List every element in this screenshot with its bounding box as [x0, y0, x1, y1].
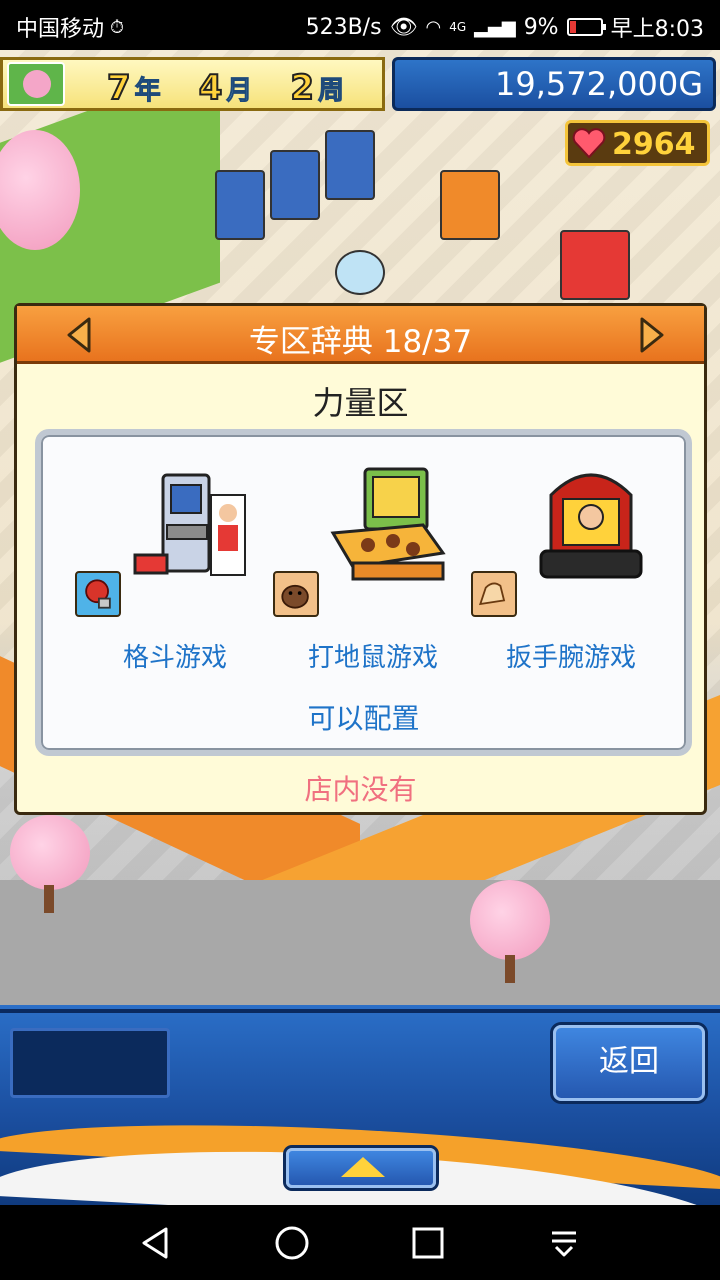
item-label-arm-wrestling: 扳手腕游戏	[505, 643, 636, 673]
money-display: 19,572,000G	[392, 57, 716, 111]
signal-type: 4G	[449, 20, 467, 34]
sidewalk	[0, 880, 720, 1005]
zone-dictionary-dialog: 专区辞典 18/37 力量区 格斗游戏 打地鼠游戏 扳手腕游戏 可以配置 店内没…	[14, 303, 707, 815]
year-value: 7	[106, 67, 132, 109]
back-button[interactable]: 返回	[553, 1025, 705, 1101]
boxing-glove-icon	[75, 571, 121, 617]
year-unit: 年	[134, 76, 161, 107]
arm-icon	[471, 571, 517, 617]
arcade-machine	[440, 170, 500, 240]
item-label-fighting: 格斗游戏	[122, 643, 227, 673]
carrier-label: 中国移动	[16, 17, 105, 42]
hearts-count: 2964	[612, 127, 696, 162]
tree-trunk	[505, 955, 515, 983]
net-speed: 523B/s	[305, 14, 382, 40]
zone-requirements-panel: 格斗游戏 打地鼠游戏 扳手腕游戏 可以配置	[35, 429, 692, 756]
whack-a-mole-machine-icon	[330, 467, 446, 581]
bottom-toolbar: 返回	[0, 1005, 720, 1235]
next-arrow-icon[interactable]	[636, 316, 666, 354]
arcade-machine	[270, 150, 320, 220]
clock-alarm-icon: ⏱	[110, 16, 125, 38]
signal-icon: ▂▄▆	[474, 16, 516, 38]
placeable-status: 可以配置	[307, 702, 420, 735]
battery-icon	[566, 18, 606, 36]
status-bar: 中国移动 ⏱ 523B/s 👁 ◠ 4G ▂▄▆ 9% 早上8:03	[0, 0, 720, 50]
week-unit: 周	[318, 76, 345, 107]
zone-item-arm-wrestling: 扳手腕游戏	[471, 445, 671, 695]
mole-icon	[273, 571, 319, 617]
month-value: 4	[198, 67, 224, 109]
tree-trunk	[44, 885, 54, 913]
zone-item-whack-a-mole: 打地鼠游戏	[273, 445, 473, 695]
system-nav-bar	[0, 1205, 720, 1280]
heart-icon	[572, 128, 606, 159]
date-panel: 7 年 4 月 2 周	[0, 57, 385, 111]
arcade-machine	[560, 230, 630, 300]
chevron-up-icon	[341, 1157, 385, 1177]
back-nav-icon[interactable]	[136, 1223, 176, 1263]
recents-nav-icon[interactable]	[408, 1223, 448, 1263]
notification-pull-icon[interactable]	[544, 1223, 584, 1263]
season-icon	[7, 62, 65, 106]
expand-menu-button[interactable]	[286, 1148, 436, 1188]
battery-percent: 9%	[523, 14, 559, 40]
week-value: 2	[289, 67, 315, 109]
fountain	[335, 250, 385, 295]
cherry-tree	[470, 880, 550, 960]
store-availability-status: 店内没有	[304, 773, 417, 806]
dialog-title: 专区辞典 18/37	[248, 324, 473, 360]
fighting-arcade-cabinet-icon	[133, 473, 246, 576]
cherry-tree	[10, 815, 90, 890]
info-slot	[10, 1028, 170, 1098]
home-nav-icon[interactable]	[272, 1223, 312, 1263]
zone-name: 力量区	[312, 384, 409, 422]
time: 早上8:03	[610, 17, 704, 42]
month-unit: 月	[226, 76, 253, 107]
arcade-machine	[325, 130, 375, 200]
zone-item-fighting: 格斗游戏	[75, 445, 275, 695]
game-date: 7 年 4 月 2 周	[106, 67, 378, 109]
hearts-counter: 2964	[565, 120, 710, 166]
wifi-icon: ◠	[425, 16, 442, 38]
eye-icon: 👁	[389, 14, 418, 40]
arm-wrestling-machine-icon	[539, 473, 643, 579]
arcade-machine	[215, 170, 265, 240]
item-label-whack-a-mole: 打地鼠游戏	[307, 643, 438, 673]
dialog-header: 专区辞典 18/37	[17, 306, 704, 364]
